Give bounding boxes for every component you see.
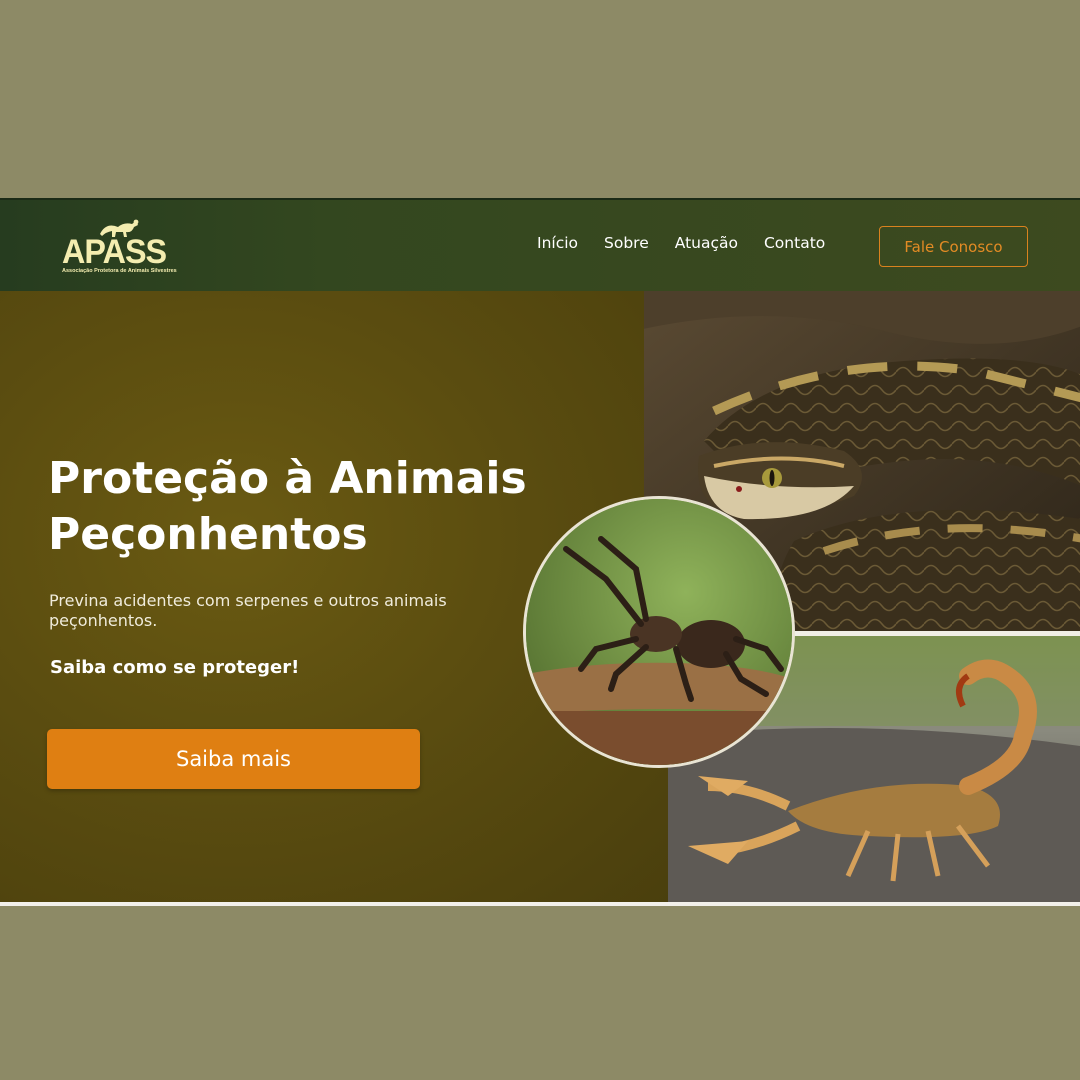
- logo[interactable]: APASS Associação Protetora de Animais Si…: [60, 218, 180, 278]
- tarantula-image: [526, 499, 792, 765]
- bottom-divider: [0, 902, 1080, 906]
- nav-menu: Início Sobre Atuação Contato: [537, 234, 851, 252]
- brand-tagline: Associação Protetora de Animais Silvestr…: [62, 268, 177, 274]
- learn-more-button[interactable]: Saiba mais: [47, 729, 420, 789]
- hero-callout: Saiba como se proteger!: [50, 657, 300, 678]
- hero-title-line-2: Peçonhentos: [48, 509, 368, 560]
- brand-name: APASS: [62, 233, 167, 271]
- nav-link-inicio[interactable]: Início: [537, 234, 578, 252]
- contact-button[interactable]: Fale Conosco: [879, 226, 1028, 267]
- nav-link-sobre[interactable]: Sobre: [604, 234, 649, 252]
- landing-page: APASS Associação Protetora de Animais Si…: [0, 198, 1080, 906]
- hero-subtitle: Previna acidentes com serpenes e outros …: [49, 591, 447, 630]
- hero-title: Proteção à Animais Peçonhentos: [48, 451, 608, 563]
- hero-title-line-1: Proteção à Animais: [48, 453, 527, 504]
- nav-link-atuacao[interactable]: Atuação: [675, 234, 738, 252]
- tarantula-photo: [523, 496, 795, 768]
- navbar: APASS Associação Protetora de Animais Si…: [0, 198, 1080, 291]
- nav-link-contato[interactable]: Contato: [764, 234, 825, 252]
